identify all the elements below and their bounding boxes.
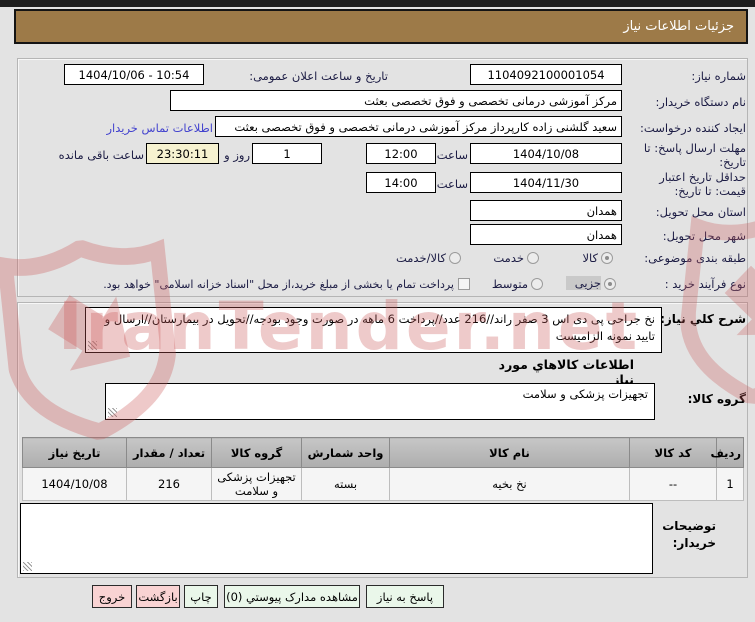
radio-goods-label: کالا: [582, 251, 598, 265]
buyer-org-input[interactable]: مرکز آموزشی درمانی تخصصی و فوق تخصصی بعث…: [170, 90, 622, 111]
goods-group-input[interactable]: تجهیزات پزشکی و سلامت: [105, 383, 655, 420]
province-input[interactable]: همدان: [470, 200, 622, 221]
treasury-note: پرداخت تمام یا بخشی از مبلغ خرید،از محل …: [103, 278, 454, 291]
announce-datetime-input[interactable]: 1404/10/06 - 10:54: [64, 64, 204, 85]
subject-class-label: طبقه بندی موضوعی:: [644, 251, 746, 265]
need-number-input[interactable]: 1104092100001054: [470, 64, 622, 85]
request-creator-input[interactable]: سعید گلشنی زاده کارپرداز مرکز آموزشی درم…: [215, 116, 622, 137]
days-remaining-input[interactable]: 1: [252, 143, 322, 164]
need-number-label: شماره نیاز:: [691, 69, 746, 83]
reply-deadline-label: مهلت ارسال پاسخ: تا تاریخ:: [643, 141, 746, 169]
back-button[interactable]: بازگشت: [136, 585, 180, 608]
need-description-label: شرح کلي نیاز:: [660, 312, 746, 326]
radio-goods-service-label: کالا/خدمت: [395, 251, 446, 265]
radio-goods-service[interactable]: [449, 252, 461, 264]
city-input[interactable]: همدان: [470, 224, 622, 245]
province-label: استان محل تحویل:: [655, 205, 746, 219]
page-title-text: جزئیات اطلاعات نیاز: [623, 19, 734, 34]
request-creator-label: ایجاد کننده درخواست:: [640, 121, 746, 135]
respond-button[interactable]: پاسخ به نیاز: [366, 585, 444, 608]
cell-unit: بسته: [301, 467, 390, 501]
announce-datetime-label: تاریخ و ساعت اعلان عمومی:: [249, 69, 388, 83]
radio-minor-label: جزیی: [566, 276, 601, 290]
radio-goods[interactable]: [601, 252, 613, 264]
col-name: نام کالا: [389, 437, 630, 468]
print-button[interactable]: چاپ: [184, 585, 218, 608]
cell-row: 1: [716, 467, 744, 501]
treasury-checkbox[interactable]: [458, 278, 470, 290]
cell-code: --: [629, 467, 717, 501]
page-title: جزئیات اطلاعات نیاز: [14, 9, 748, 44]
col-code: کد کالا: [629, 437, 717, 468]
reply-time-input[interactable]: 12:00: [366, 143, 436, 164]
days-and-label: روز و: [224, 148, 250, 162]
price-validity-date-input[interactable]: 1404/11/30: [470, 172, 622, 193]
reply-hour-label: ساعت: [436, 148, 468, 162]
buyer-notes-label: توضیحات خریدار:: [662, 519, 716, 550]
items-table: ردیف کد کالا نام کالا واحد شمارش گروه کا…: [22, 437, 744, 501]
need-description-textarea[interactable]: نخ جراحی پی دی اس 3 صفر راند//216 عدد//پ…: [85, 307, 662, 353]
col-row: ردیف: [710, 437, 744, 468]
radio-medium-label: متوسط: [491, 277, 528, 291]
price-hour-label: ساعت: [436, 177, 468, 191]
buyer-contact-link[interactable]: اطلاعات تماس خریدار: [103, 121, 213, 135]
top-window-strip: [0, 0, 755, 7]
cell-name: نخ بخیه: [389, 467, 630, 501]
cell-qty: 216: [126, 467, 212, 501]
radio-medium[interactable]: [531, 278, 543, 290]
hours-remaining-label: ساعت باقی مانده: [58, 148, 144, 162]
tender-detail-page: جزئیات اطلاعات نیاز شماره نیاز: 11040921…: [0, 0, 755, 622]
goods-group-label: گروه کالا:: [687, 392, 746, 406]
city-label: شهر محل تحویل:: [662, 229, 746, 243]
col-need-date: تاریخ نیاز: [22, 437, 127, 468]
price-validity-label: حداقل تاریخ اعتبار قیمت: تا تاریخ:: [659, 170, 746, 198]
price-time-input[interactable]: 14:00: [366, 172, 436, 193]
radio-service-label: خدمت: [493, 251, 524, 265]
col-qty: تعداد / مقدار: [126, 437, 212, 468]
cell-group: تجهیزات پزشکی و سلامت: [211, 467, 302, 501]
table-header-row: ردیف کد کالا نام کالا واحد شمارش گروه کا…: [22, 437, 744, 468]
reply-deadline-date-input[interactable]: 1404/10/08: [470, 143, 622, 164]
buyer-org-label: نام دستگاه خریدار:: [655, 95, 746, 109]
radio-minor[interactable]: [604, 278, 616, 290]
cell-need-date: 1404/10/08: [22, 467, 127, 501]
process-type-label: نوع فرآیند خرید :: [664, 277, 746, 291]
view-attachments-button[interactable]: مشاهده مدارک پیوستي (0): [224, 585, 360, 608]
exit-button[interactable]: خروج: [92, 585, 132, 608]
countdown-timer: 23:30:11: [146, 143, 219, 164]
col-group: گروه کالا: [211, 437, 302, 468]
col-unit: واحد شمارش: [301, 437, 390, 468]
radio-service[interactable]: [527, 252, 539, 264]
buyer-notes-textarea[interactable]: [20, 503, 653, 574]
table-row: 1 -- نخ بخیه بسته تجهیزات پزشکی و سلامت …: [22, 467, 744, 501]
